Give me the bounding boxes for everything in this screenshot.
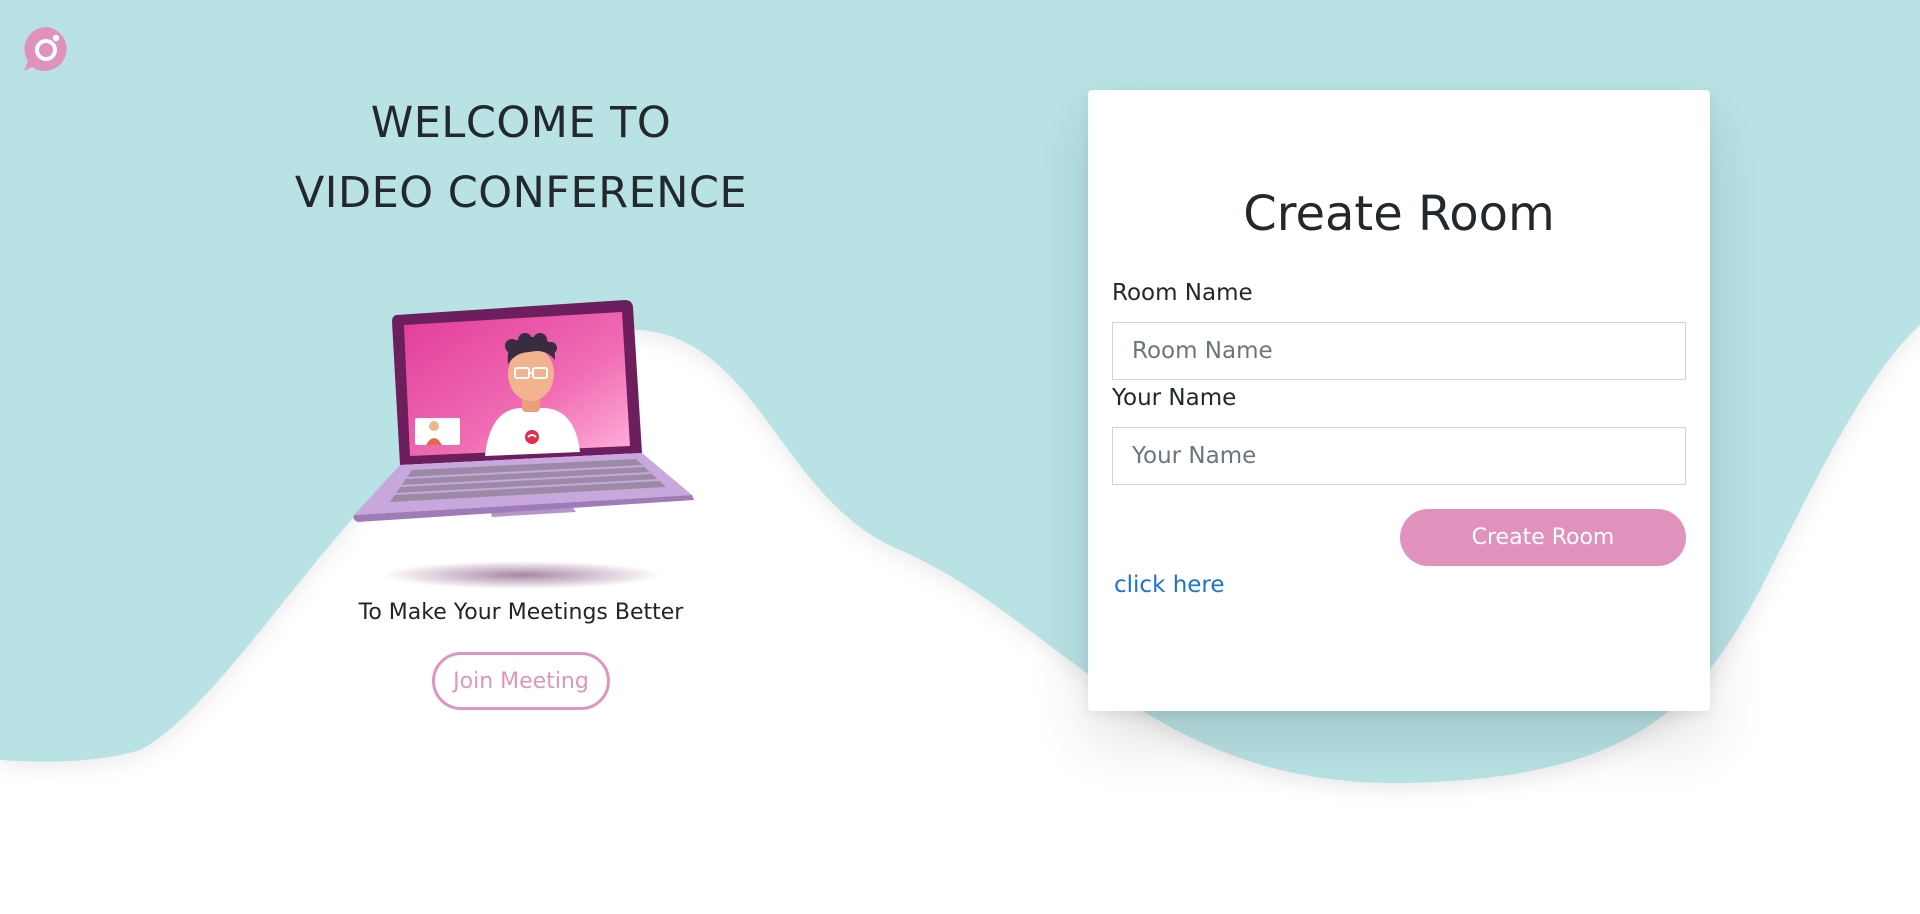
hero-tagline: To Make Your Meetings Better xyxy=(358,600,684,625)
laptop-video-call-illustration xyxy=(353,300,694,589)
create-room-card: Create Room Room Name Your Name Create R… xyxy=(1088,90,1710,711)
your-name-input[interactable] xyxy=(1112,427,1686,485)
your-name-label: Your Name xyxy=(1112,385,1237,411)
room-name-label: Room Name xyxy=(1112,280,1253,306)
hero-title: WELCOME TO VIDEO CONFERENCE xyxy=(220,88,822,228)
room-name-input[interactable] xyxy=(1112,322,1686,380)
click-here-link[interactable]: click here xyxy=(1114,572,1225,598)
logo-icon xyxy=(24,27,67,71)
create-room-button[interactable]: Create Room xyxy=(1400,509,1686,566)
join-meeting-button[interactable]: Join Meeting xyxy=(432,652,610,710)
hero-title-line-1: WELCOME TO xyxy=(370,98,672,148)
create-room-title: Create Room xyxy=(1243,186,1555,242)
hero-title-line-2: VIDEO CONFERENCE xyxy=(294,168,748,218)
